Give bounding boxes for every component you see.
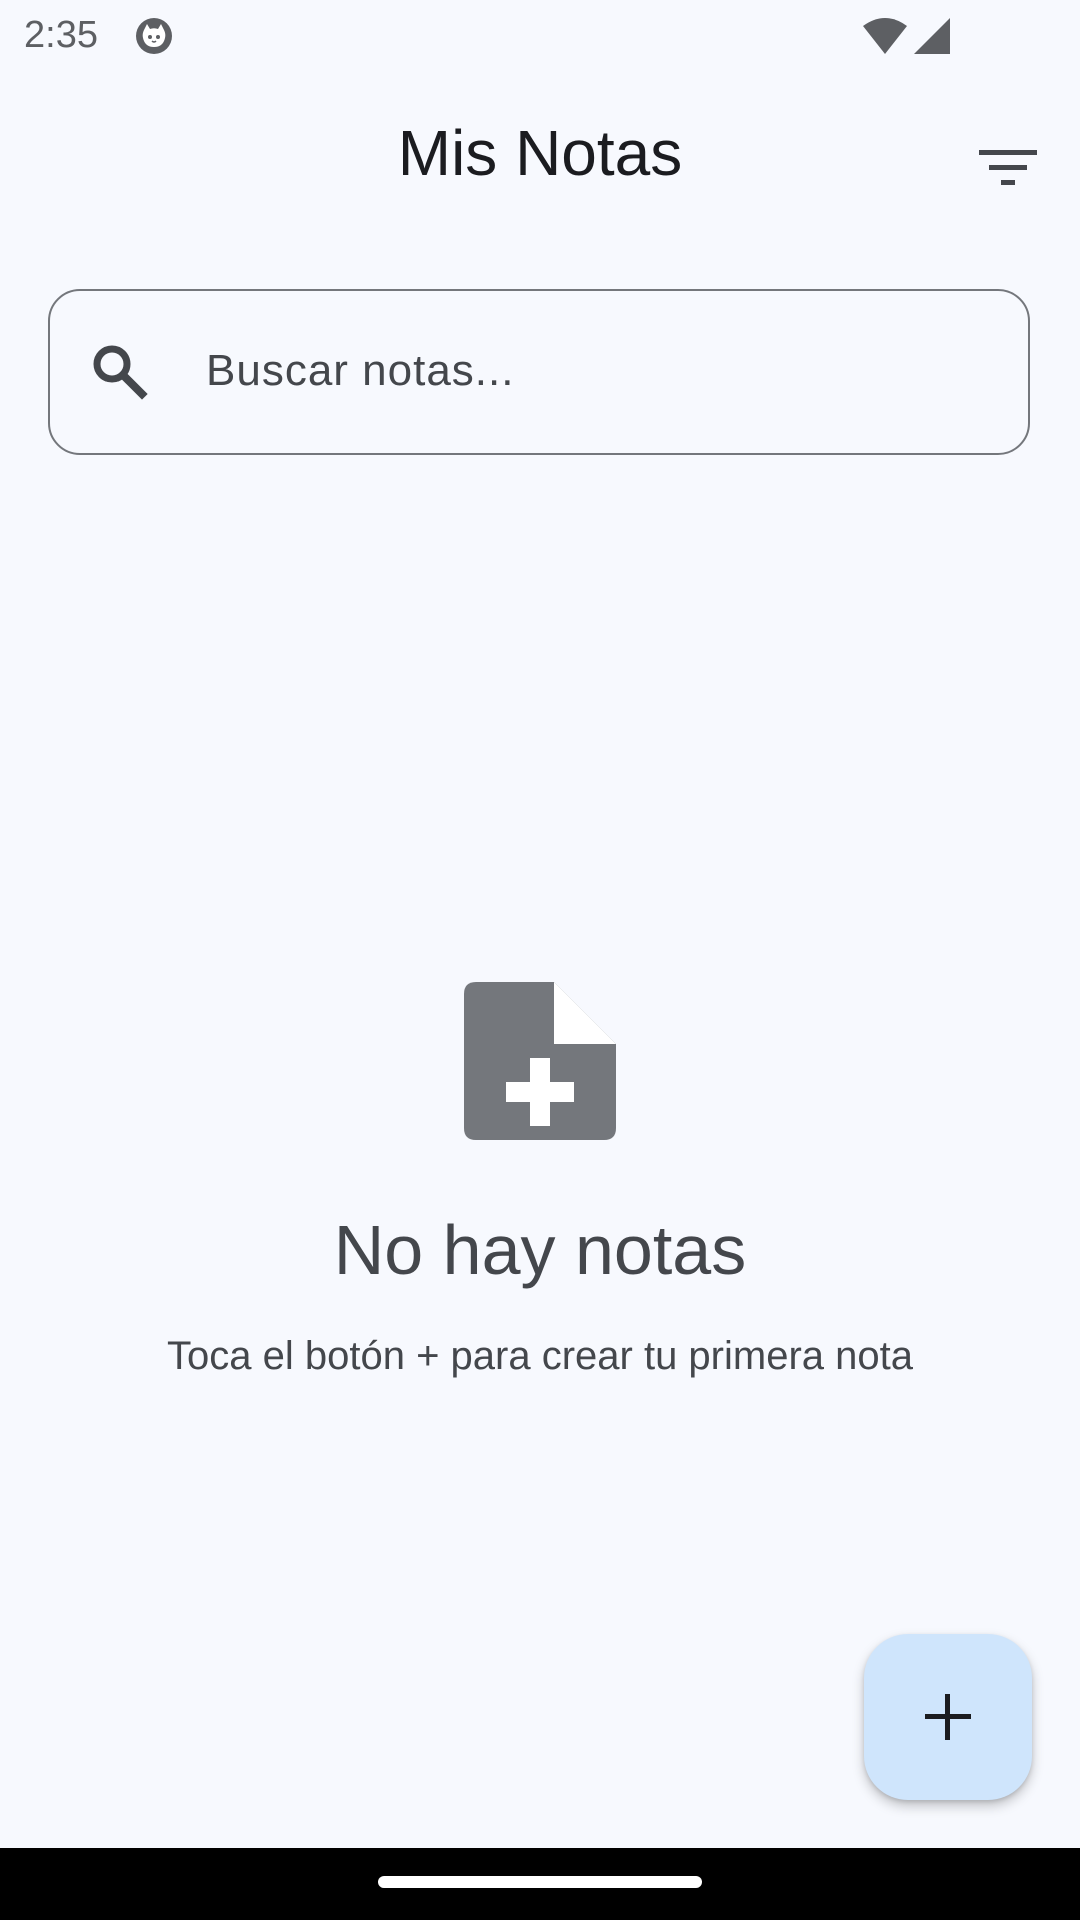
- home-gesture-handle[interactable]: [378, 1876, 702, 1888]
- empty-state-title: No hay notas: [333, 1211, 747, 1289]
- search-input[interactable]: [204, 334, 988, 408]
- status-bar: 2:35: [0, 0, 1080, 74]
- status-time: 2:35: [24, 14, 98, 56]
- top-app-bar: Mis Notas: [0, 74, 1080, 234]
- empty-state-subtitle: Toca el botón + para crear tu primera no…: [167, 1334, 913, 1378]
- filter-button[interactable]: [966, 126, 1050, 210]
- wifi-icon: [863, 18, 907, 54]
- page-title: Mis Notas: [397, 117, 683, 189]
- search-icon: [93, 345, 148, 400]
- screen: 2:35 Mis Notas Buscar notas... No hay no…: [0, 0, 1080, 1920]
- add-icon: [925, 1694, 971, 1740]
- filter-list-icon: [979, 150, 1037, 185]
- app-notification-icon: [136, 18, 172, 54]
- navigation-bar: [0, 1848, 1080, 1920]
- note-add-icon: [464, 982, 616, 1140]
- cell-signal-icon: [914, 18, 950, 54]
- add-note-button[interactable]: [864, 1634, 1032, 1800]
